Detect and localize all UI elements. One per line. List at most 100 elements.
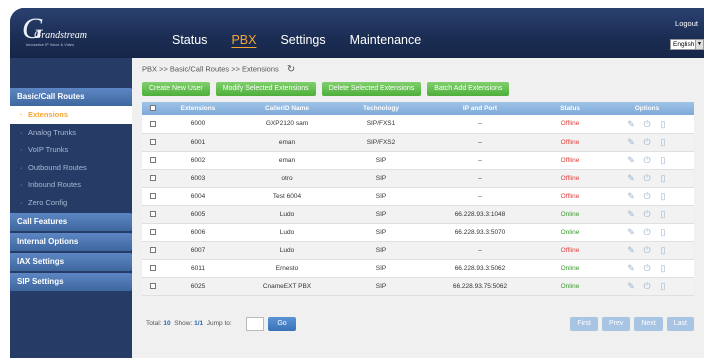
row-checkbox[interactable] xyxy=(150,120,156,127)
edit-icon[interactable]: ✎ xyxy=(627,263,636,273)
reboot-icon[interactable]: ⏻ xyxy=(643,263,652,273)
delete-icon[interactable]: ▯ xyxy=(659,227,668,237)
last-page-button[interactable]: Last xyxy=(666,317,694,331)
sidebar-section-internal-options[interactable]: Internal Options xyxy=(10,233,132,251)
sidebar-item-zero-config[interactable]: · Zero Config xyxy=(10,194,132,212)
callerid-name-cell: eman xyxy=(278,156,296,164)
table-row: 6007 Ludo SIP -- Offline ✎ ⏻ ▯ xyxy=(142,241,694,259)
sidebar-item-voip-trunks[interactable]: · VoIP Trunks xyxy=(10,141,132,159)
first-page-button[interactable]: First xyxy=(570,317,598,331)
delete-icon[interactable]: ▯ xyxy=(659,191,668,201)
table-row: 6000 GXP2120 sam SIP/FXS1 -- Offline ✎ ⏻ ▯ xyxy=(142,115,694,133)
delete-icon[interactable]: ▯ xyxy=(659,281,668,291)
create-new-user-button[interactable]: Create New User xyxy=(142,82,210,96)
nav-maintenance[interactable]: Maintenance xyxy=(350,33,422,47)
sidebar-section-sip-settings[interactable]: SIP Settings xyxy=(10,273,132,291)
row-checkbox[interactable] xyxy=(150,282,156,289)
delete-icon[interactable]: ▯ xyxy=(659,119,668,129)
select-all-checkbox[interactable] xyxy=(150,105,156,112)
batch-add-button[interactable]: Batch Add Extensions xyxy=(427,82,510,96)
go-button[interactable]: Go xyxy=(268,317,296,331)
edit-icon[interactable]: ✎ xyxy=(627,281,636,291)
col-ip-port[interactable]: IP and Port xyxy=(420,102,540,115)
bullet-icon: · xyxy=(20,110,23,119)
sidebar-section-iax-settings[interactable]: IAX Settings xyxy=(10,253,132,271)
edit-icon[interactable]: ✎ xyxy=(627,137,636,147)
edit-icon[interactable]: ✎ xyxy=(627,173,636,183)
edit-icon[interactable]: ✎ xyxy=(627,209,636,219)
callerid-name-cell: Ernesto xyxy=(275,264,299,272)
sidebar-item-label: Outbound Routes xyxy=(28,162,87,172)
language-select[interactable]: English ▼ xyxy=(670,39,704,50)
ip-port-cell: -- xyxy=(477,246,483,254)
sidebar: Basic/Call Routes · Extensions · Analog Tr… xyxy=(10,58,136,358)
sidebar-item-label: VoIP Trunks xyxy=(28,145,69,154)
nav-settings[interactable]: Settings xyxy=(280,33,325,47)
delete-icon[interactable]: ▯ xyxy=(659,209,668,219)
ip-port-cell: 66.228.93.3:5070 xyxy=(454,228,506,236)
row-options: ✎ ⏻ ▯ xyxy=(600,137,694,147)
next-page-button[interactable]: Next xyxy=(634,317,663,331)
options-cell: ✎ ⏻ ▯ xyxy=(600,133,694,151)
sidebar-section-call-features[interactable]: Call Features xyxy=(10,213,132,231)
row-checkbox[interactable] xyxy=(150,228,156,235)
reboot-icon[interactable]: ⏻ xyxy=(643,155,652,165)
delete-icon[interactable]: ▯ xyxy=(659,173,668,183)
refresh-icon[interactable]: ↻ xyxy=(287,64,295,75)
extension-cell: 6006 xyxy=(190,228,206,236)
row-checkbox[interactable] xyxy=(150,264,156,271)
reboot-icon[interactable]: ⏻ xyxy=(643,119,652,129)
sidebar-item-extensions[interactable]: · Extensions xyxy=(10,106,136,124)
edit-icon[interactable]: ✎ xyxy=(627,227,636,237)
row-checkbox[interactable] xyxy=(150,156,156,163)
sidebar-item-analog-trunks[interactable]: · Analog Trunks xyxy=(10,124,132,142)
prev-page-button[interactable]: Prev xyxy=(601,317,631,331)
logout-link[interactable]: Logout xyxy=(675,19,698,28)
table-row: 6006 Ludo SIP 66.228.93.3:5070 Online ✎ ⏻ ▯ xyxy=(142,223,694,241)
edit-icon[interactable]: ✎ xyxy=(627,119,636,129)
technology-cell: SIP xyxy=(375,156,387,164)
status-cell: Online xyxy=(560,210,580,218)
technology-cell: SIP xyxy=(375,210,387,218)
callerid-name-cell: otro xyxy=(281,174,293,182)
delete-icon[interactable]: ▯ xyxy=(659,245,668,255)
row-checkbox[interactable] xyxy=(150,246,156,253)
delete-selected-button[interactable]: Delete Selected Extensions xyxy=(321,82,422,96)
col-extensions[interactable]: Extensions xyxy=(164,102,232,115)
reboot-icon[interactable]: ⏻ xyxy=(643,281,652,291)
sidebar-item-inbound-routes[interactable]: · Inbound Routes xyxy=(10,176,132,194)
bullet-icon: · xyxy=(20,180,23,189)
row-checkbox[interactable] xyxy=(150,174,156,181)
breadcrumb: PBX >> Basic/Call Routes >> Extensions ↻ xyxy=(142,64,295,75)
technology-cell: SIP/FXS2 xyxy=(366,138,396,146)
row-checkbox[interactable] xyxy=(150,138,156,145)
row-checkbox[interactable] xyxy=(150,210,156,217)
row-options: ✎ ⏻ ▯ xyxy=(600,119,694,129)
delete-icon[interactable]: ▯ xyxy=(659,263,668,273)
sidebar-item-outbound-routes[interactable]: · Outbound Routes xyxy=(10,159,132,177)
modify-selected-button[interactable]: Modify Selected Extensions xyxy=(215,82,316,96)
jump-to-input[interactable] xyxy=(246,317,264,331)
nav-pbx[interactable]: PBX xyxy=(231,33,256,47)
delete-icon[interactable]: ▯ xyxy=(659,137,668,147)
reboot-icon[interactable]: ⏻ xyxy=(643,173,652,183)
row-checkbox[interactable] xyxy=(150,192,156,199)
edit-icon[interactable]: ✎ xyxy=(627,245,636,255)
bullet-icon: · xyxy=(20,145,23,154)
table-body: 6000 GXP2120 sam SIP/FXS1 -- Offline ✎ ⏻ ▯ 6001 e… xyxy=(142,115,694,295)
checkbox-cell xyxy=(142,115,164,133)
nav-status[interactable]: Status xyxy=(172,33,207,47)
delete-icon[interactable]: ▯ xyxy=(659,155,668,165)
edit-icon[interactable]: ✎ xyxy=(627,155,636,165)
reboot-icon[interactable]: ⏻ xyxy=(643,191,652,201)
col-technology[interactable]: Technology xyxy=(342,102,420,115)
ip-port-cell: -- xyxy=(477,120,483,128)
reboot-icon[interactable]: ⏻ xyxy=(643,245,652,255)
col-callerid-name[interactable]: CallerID Name xyxy=(232,102,342,115)
sidebar-section-basic-call-routes[interactable]: Basic/Call Routes xyxy=(10,88,132,106)
reboot-icon[interactable]: ⏻ xyxy=(643,209,652,219)
col-status[interactable]: Status xyxy=(540,102,600,115)
edit-icon[interactable]: ✎ xyxy=(627,191,636,201)
reboot-icon[interactable]: ⏻ xyxy=(643,227,652,237)
reboot-icon[interactable]: ⏻ xyxy=(643,137,652,147)
